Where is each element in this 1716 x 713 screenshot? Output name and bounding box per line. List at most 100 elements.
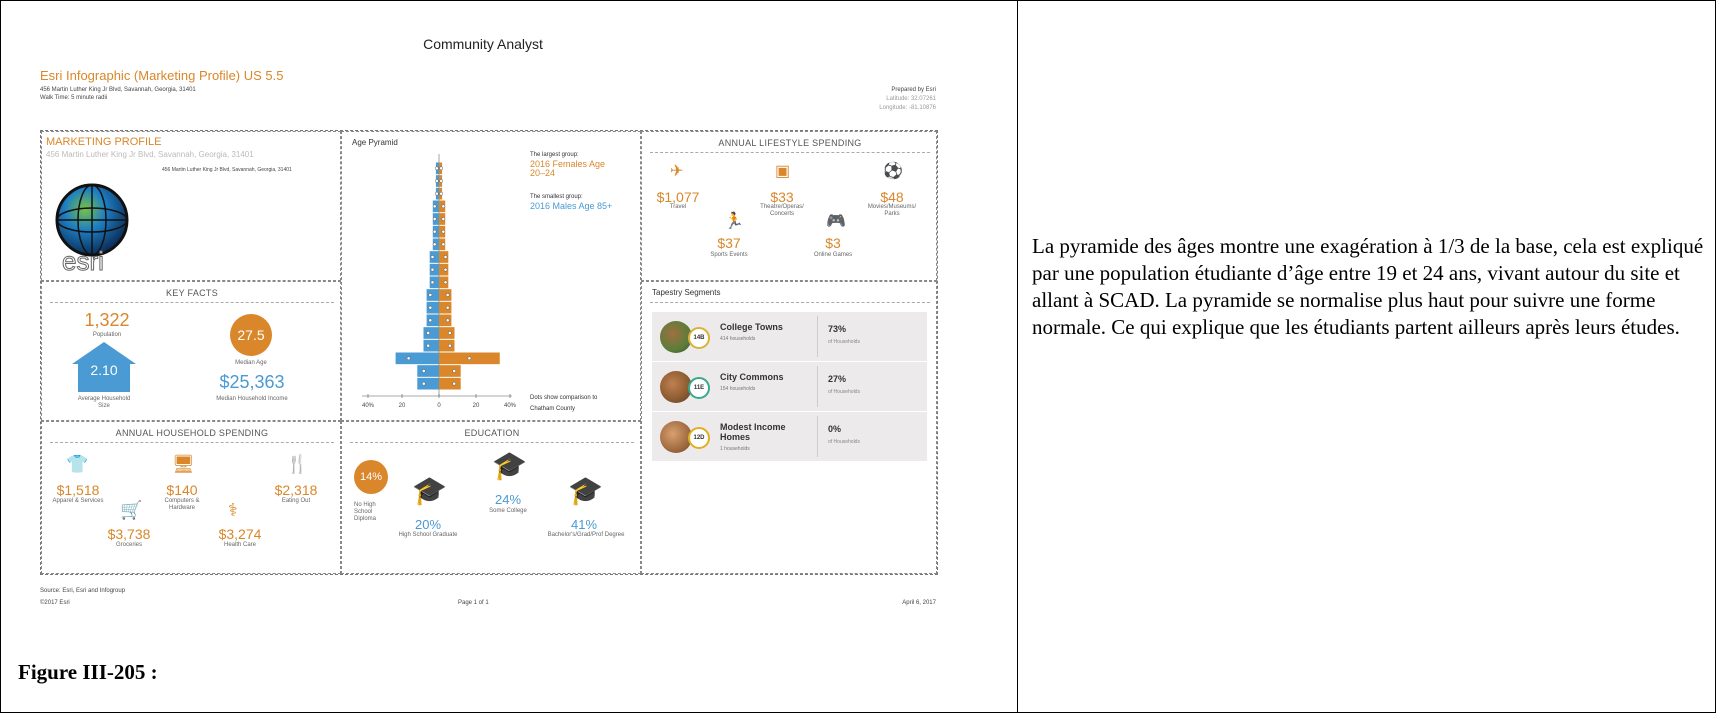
pyramid-tick-label: 20 — [473, 403, 480, 409]
pyramid-tick-label: 40% — [504, 403, 517, 409]
segment-of-households: of Households — [828, 339, 860, 345]
education-title-rule — [350, 442, 634, 443]
county-comparison-dot — [445, 318, 450, 323]
segment-households: 1 households — [720, 446, 750, 452]
walk-time: Walk Time: 5 minute radii — [40, 95, 108, 101]
longitude: Longitude: -81.10876 — [879, 105, 936, 111]
smallest-group-label: The smallest group: — [530, 194, 583, 200]
segment-separator — [817, 316, 818, 357]
report-date: April 6, 2017 — [902, 600, 936, 606]
segment-row[interactable]: 11E City Commons 154 households 27% of H… — [652, 362, 927, 411]
pyramid-female-bar — [439, 365, 461, 377]
county-comparison-dot — [421, 369, 426, 373]
pyramid-female-bar — [439, 289, 452, 301]
airplane-icon: ✈ — [670, 163, 684, 180]
apparel-label: Apparel & Services — [52, 498, 104, 504]
county-comparison-dot — [430, 267, 435, 272]
county-comparison-dot — [439, 179, 444, 183]
pyramid-male-bar — [423, 327, 439, 339]
report-address: 456 Martin Luther King Jr Blvd, Savannah… — [40, 87, 196, 93]
report-subtitle: Esri Infographic (Marketing Profile) US … — [40, 68, 284, 83]
county-comparison-dot — [430, 280, 435, 285]
pyramid-female-bar — [439, 327, 455, 339]
population-label: Population — [92, 332, 122, 338]
age-pyramid-panel: Age Pyramid 40% 20 0 20 40% The largest grou… — [341, 131, 641, 421]
infographic-grid: MARKETING PROFILE 456 Martin Luther King… — [40, 130, 938, 575]
county-comparison-dot — [428, 305, 433, 310]
household-spending-title: ANNUAL HOUSEHOLD SPENDING — [115, 428, 269, 438]
education-panel: EDUCATION 14% No High School Diploma 🎓 2… — [341, 421, 641, 574]
county-comparison-dot — [434, 191, 439, 196]
theatre-value: $33 — [770, 189, 794, 205]
monitor-icon: 🖥 — [172, 454, 195, 474]
segment-code: 14B — [688, 327, 710, 349]
county-comparison-dot — [421, 381, 426, 386]
sports-value: $37 — [717, 235, 741, 251]
marketing-profile-title: MARKETING PROFILE — [46, 136, 162, 148]
income-value: $25,363 — [219, 372, 285, 392]
median-age-value: 27.5 — [230, 314, 272, 356]
county-comparison-dot — [406, 356, 411, 361]
segment-of-households: of Households — [828, 389, 860, 395]
latitude: Latitude: 32.07261 — [886, 96, 936, 102]
figure-caption: Figure III-205 : — [18, 660, 158, 684]
pyramid-female-bar — [439, 377, 461, 390]
graduation-cap-icon: 🎓 — [568, 475, 603, 506]
segment-households: 414 households — [720, 336, 756, 342]
ticket-icon: ▣ — [775, 163, 791, 180]
sports-label: Sports Events — [710, 252, 748, 258]
smallest-group-value: 2016 Males Age 85+ — [530, 201, 613, 211]
county-comparison-dot — [445, 293, 450, 297]
gamepad-icon: 🎮 — [826, 213, 846, 230]
high-school-value: 20% — [414, 517, 442, 532]
health-care-label: Health Care — [223, 542, 256, 548]
prepared-by: Prepared by Esri — [891, 87, 936, 93]
soccer-ball-icon: ⚽ — [883, 163, 903, 180]
shirt-icon: 👕 — [66, 454, 89, 474]
travel-value: $1,077 — [656, 189, 700, 205]
bachelors-label: Bachelor's/Grad/Prof Degree — [547, 532, 625, 538]
county-comparison-dot — [439, 191, 444, 196]
pyramid-male-bar — [426, 301, 439, 314]
county-comparison-dot — [434, 166, 439, 171]
lifestyle-spending-panel: ANNUAL LIFESTYLE SPENDING ✈ $1,077 Trave… — [641, 131, 937, 281]
county-comparison-dot — [443, 267, 448, 272]
column-divider — [1017, 0, 1018, 713]
stethoscope-icon: ⚕ — [228, 500, 238, 520]
segment-row[interactable]: 12D Modest Income Homes 1 households 0% … — [652, 412, 927, 461]
median-age-label: Median Age — [235, 360, 267, 366]
commentary-text: La pyramide des âges montre une exagérat… — [1032, 234, 1704, 339]
county-comparison-dot — [432, 204, 437, 209]
marketing-profile-panel: MARKETING PROFILE 456 Martin Luther King… — [41, 131, 341, 281]
no-high-school-label: No High School Diploma — [354, 502, 377, 522]
county-comparison-dot — [441, 204, 446, 209]
segment-name: College Towns — [720, 322, 783, 332]
segment-row[interactable]: 14B College Towns 414 households 73% of … — [652, 312, 927, 361]
pyramid-female-bar — [439, 314, 452, 327]
segment-separator — [817, 366, 818, 407]
segment-code: 11E — [688, 377, 710, 399]
high-school-label: High School Graduate — [398, 532, 458, 538]
some-college-value: 24% — [494, 492, 522, 507]
travel-label: Travel — [669, 204, 687, 210]
county-comparison-dot — [432, 217, 437, 221]
report-title: Community Analyst — [423, 36, 543, 52]
groceries-value: $3,738 — [107, 526, 151, 542]
pyramid-male-bar — [395, 352, 439, 365]
apparel-value: $1,518 — [56, 482, 100, 498]
computers-label: Computers & Hardware — [164, 498, 200, 511]
segment-percent: 73% — [828, 324, 847, 334]
county-comparison-dot — [439, 166, 444, 171]
county-comparison-dot — [443, 255, 448, 259]
county-comparison-dot — [441, 229, 446, 234]
pyramid-female-bar — [439, 339, 455, 352]
tapestry-panel: Tapestry Segments 14B College Towns 414 … — [641, 281, 937, 574]
segment-of-households: of Households — [828, 439, 860, 445]
bachelors-value: 41% — [570, 517, 598, 532]
county-comparison-dot — [434, 179, 439, 183]
athlete-icon: 🏃 — [724, 213, 744, 230]
pyramid-tick-label: 20 — [399, 403, 406, 409]
key-facts-title: KEY FACTS — [165, 288, 219, 298]
graduation-cap-icon: 🎓 — [412, 475, 447, 506]
pyramid-male-bar — [417, 377, 439, 390]
